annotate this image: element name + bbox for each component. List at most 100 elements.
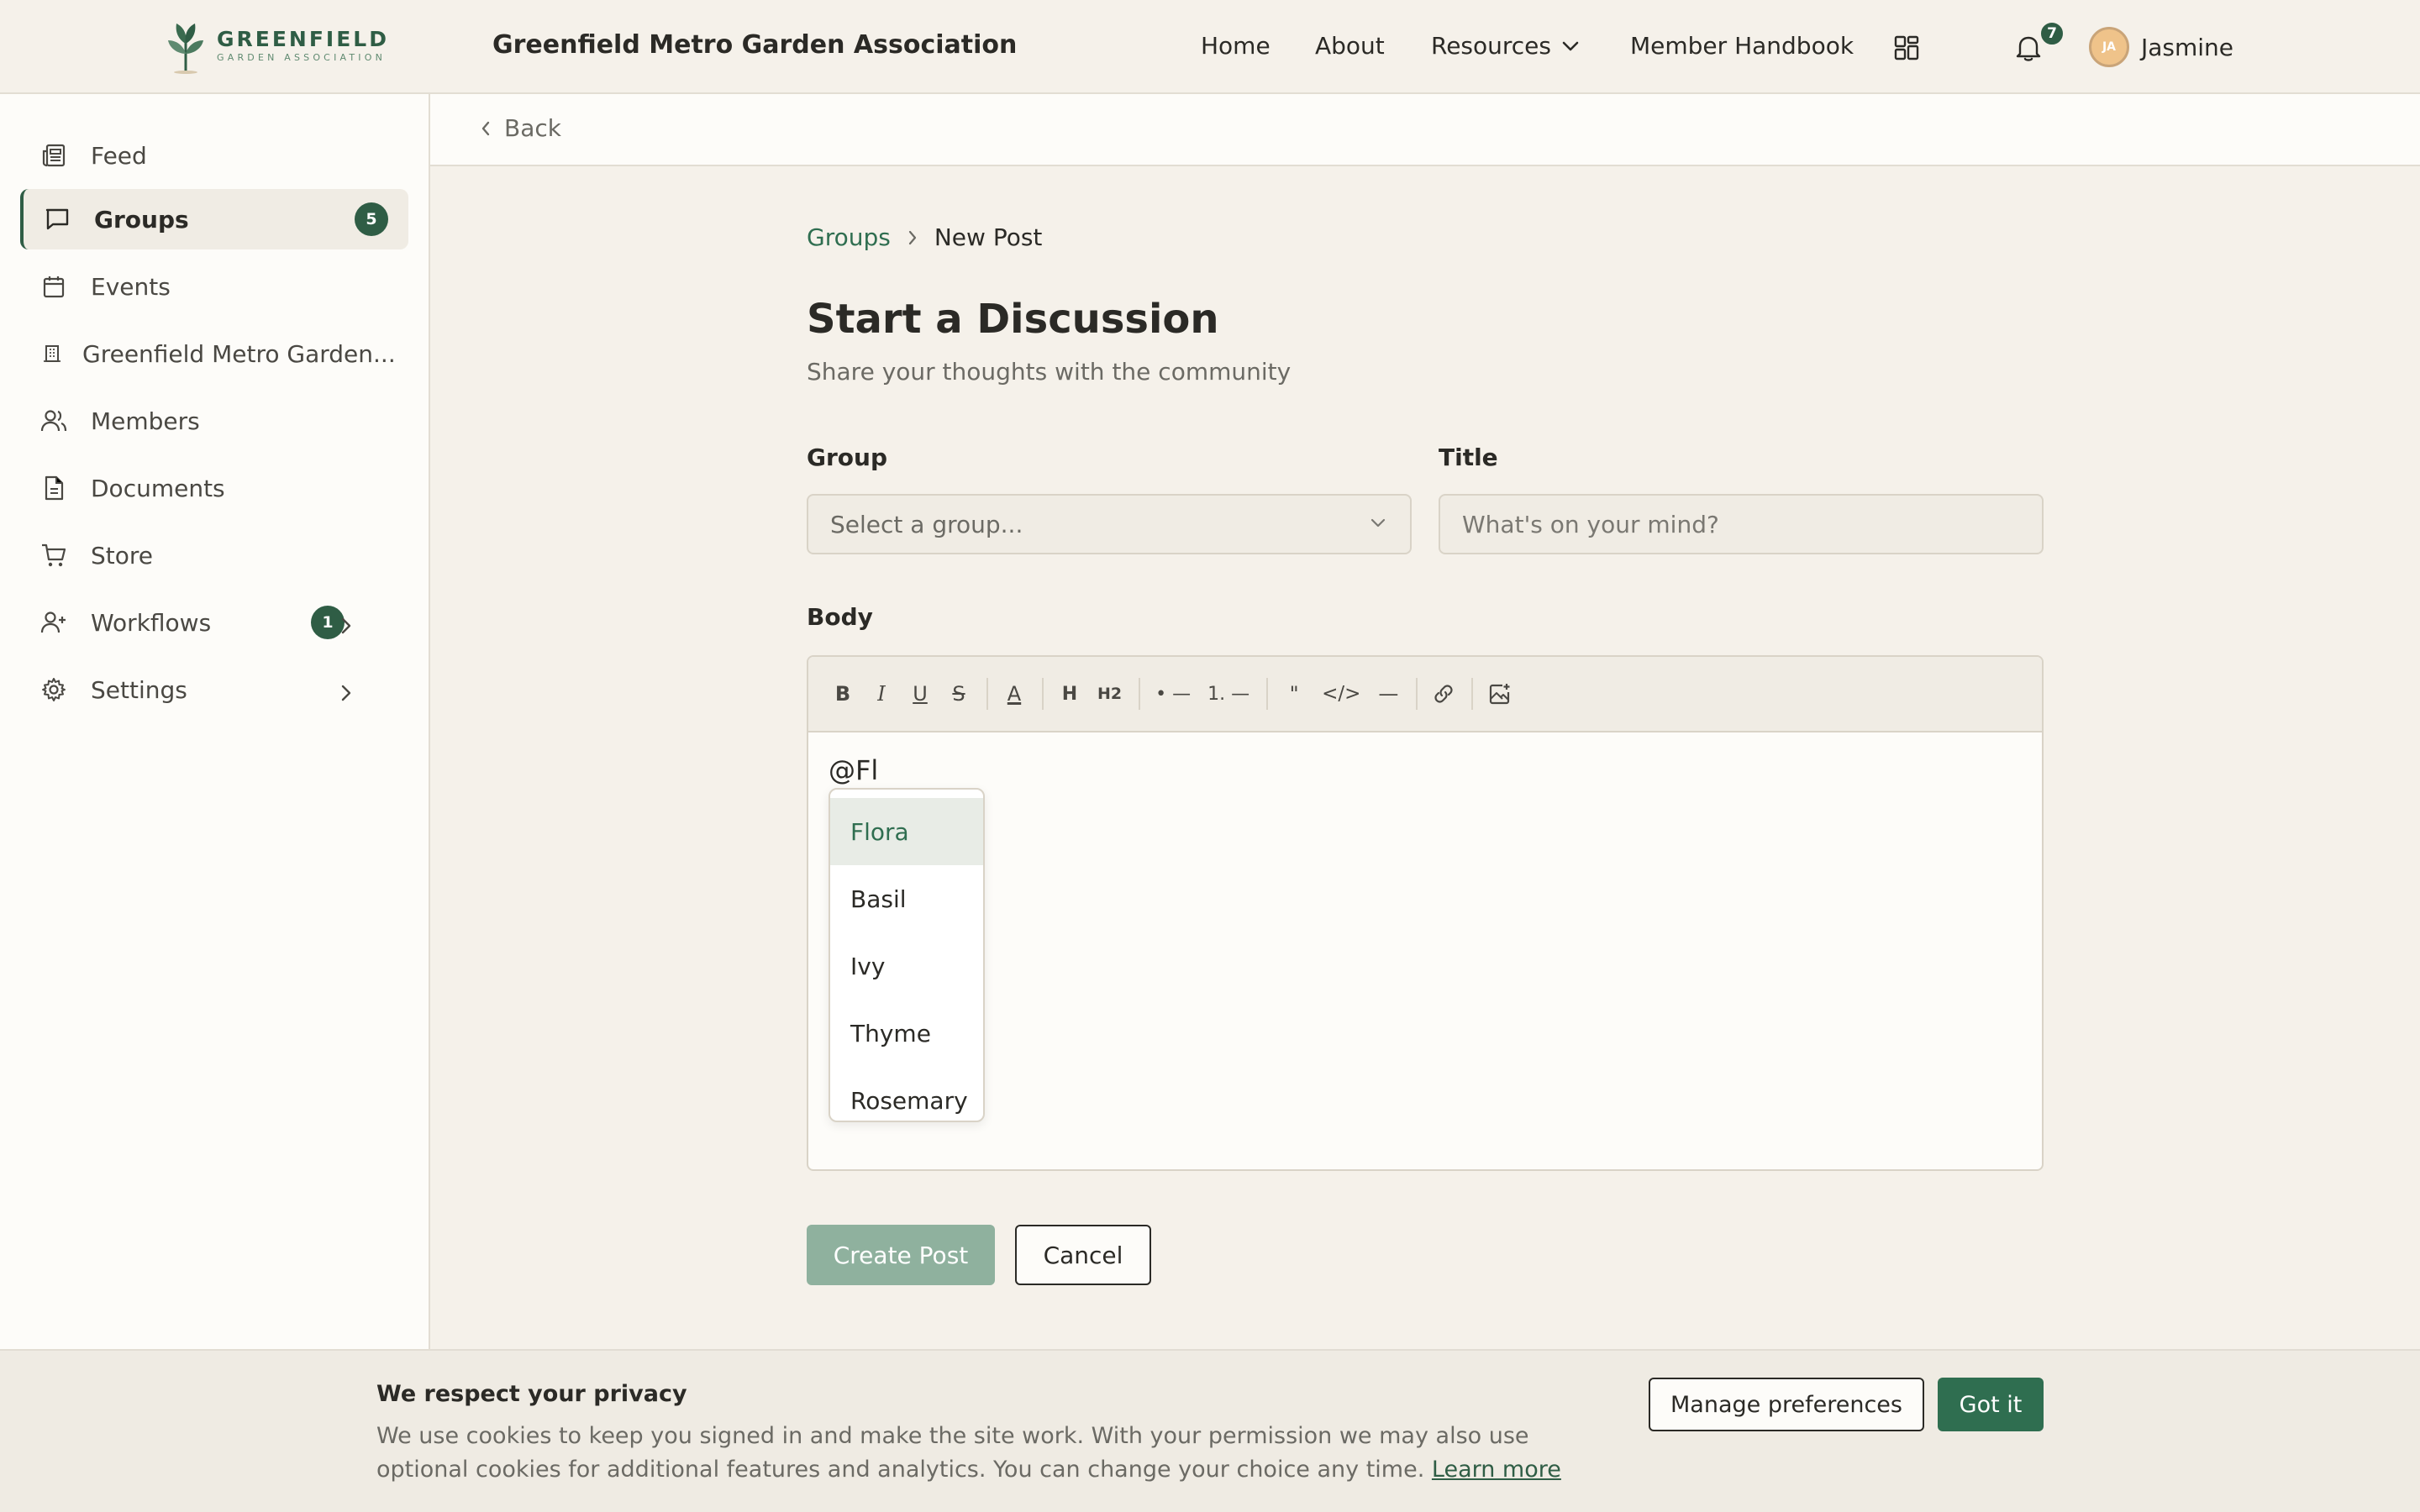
- title-input[interactable]: [1439, 494, 2044, 554]
- breadcrumb: Groups New Post: [807, 223, 1042, 251]
- building-icon: [39, 340, 66, 367]
- cookie-message: We use cookies to keep you signed in and…: [376, 1420, 1603, 1487]
- accept-cookies-button[interactable]: Got it: [1938, 1378, 2044, 1431]
- image-add-icon[interactable]: [1485, 675, 1515, 712]
- page-subtitle: Share your thoughts with the community: [807, 358, 1292, 386]
- sidebar-item-label: Events: [91, 272, 171, 301]
- chevron-right-icon: [908, 229, 918, 246]
- users-icon: [40, 407, 67, 434]
- notification-count-badge: 7: [2039, 20, 2065, 47]
- nav-resources[interactable]: Resources: [1431, 32, 1580, 60]
- user-plus-icon: [40, 609, 67, 636]
- group-label: Group: [807, 444, 888, 471]
- editor-toolbar: B I U S A H H2 • — 1. — " </> —: [808, 657, 2042, 732]
- mention-option-basil[interactable]: Basil: [830, 865, 983, 932]
- heading-2-button[interactable]: H2: [1094, 675, 1125, 712]
- quote-button[interactable]: ": [1280, 675, 1308, 712]
- toolbar-divider: [1266, 678, 1269, 710]
- chevron-down-icon: [1561, 40, 1580, 52]
- toolbar-divider: [1139, 678, 1141, 710]
- sidebar-item-label: Greenfield Metro Garden...: [82, 339, 396, 368]
- toolbar-divider: [1416, 678, 1418, 710]
- page-title: Start a Discussion: [807, 296, 1219, 343]
- title-label: Title: [1439, 444, 1498, 471]
- body-editor[interactable]: B I U S A H H2 • — 1. — " </> — @Fl: [807, 655, 2044, 1171]
- groups-count-badge: 5: [355, 202, 388, 236]
- sidebar-item-label: Groups: [94, 205, 189, 234]
- bold-button[interactable]: B: [829, 675, 857, 712]
- strikethrough-button[interactable]: S: [944, 675, 973, 712]
- sidebar-item-events[interactable]: Events: [20, 256, 408, 317]
- mention-option-thyme[interactable]: Thyme: [830, 1000, 983, 1067]
- cart-icon: [40, 542, 67, 569]
- logo-subtitle: GARDEN ASSOCIATION: [217, 52, 387, 63]
- document-icon: [40, 475, 67, 501]
- logo-name: GREENFIELD: [217, 27, 389, 51]
- mention-suggestions: Flora Basil Ivy Thyme Rosemary: [829, 788, 985, 1122]
- toolbar-divider: [1471, 678, 1474, 710]
- newspaper-icon: [40, 142, 67, 169]
- user-name: Jasmine: [2141, 33, 2234, 61]
- chevron-down-icon: [1370, 517, 1386, 529]
- sidebar: Feed Groups 5 Events Greenfield Metro Ga…: [0, 94, 430, 1349]
- sidebar-item-store[interactable]: Store: [20, 525, 408, 585]
- sidebar-item-label: Settings: [91, 675, 187, 704]
- sidebar-item-groups[interactable]: Groups 5: [20, 189, 408, 249]
- heading-button[interactable]: H: [1055, 675, 1084, 712]
- top-bar: GREENFIELD GARDEN ASSOCIATION Greenfield…: [0, 0, 2420, 94]
- cookie-banner: We respect your privacy We use cookies t…: [0, 1349, 2420, 1512]
- sidebar-item-organization[interactable]: Greenfield Metro Garden...: [20, 323, 408, 384]
- bullet-list-button[interactable]: • —: [1152, 675, 1194, 712]
- sidebar-item-label: Documents: [91, 474, 225, 502]
- calendar-icon: [40, 273, 67, 300]
- editor-content[interactable]: @Fl: [829, 754, 878, 786]
- chat-bubble-icon: [44, 206, 71, 233]
- apps-grid-icon[interactable]: [1894, 35, 1919, 60]
- learn-more-link[interactable]: Learn more: [1432, 1457, 1561, 1483]
- bell-icon[interactable]: [2015, 34, 2042, 62]
- back-link[interactable]: Back: [481, 114, 561, 142]
- sidebar-item-label: Members: [91, 407, 200, 435]
- text-color-button[interactable]: A: [1000, 675, 1028, 712]
- avatar: JA: [2089, 27, 2129, 67]
- nav-home[interactable]: Home: [1201, 32, 1270, 60]
- sidebar-item-members[interactable]: Members: [20, 391, 408, 451]
- sidebar-item-settings[interactable]: Settings: [20, 659, 408, 720]
- cookie-body-text: We use cookies to keep you signed in and…: [376, 1423, 1529, 1483]
- create-post-button[interactable]: Create Post: [807, 1225, 995, 1285]
- nav-member-handbook[interactable]: Member Handbook: [1630, 32, 1854, 60]
- breadcrumb-groups[interactable]: Groups: [807, 223, 891, 251]
- underline-button[interactable]: U: [906, 675, 934, 712]
- sidebar-item-feed[interactable]: Feed: [20, 125, 408, 186]
- sprout-logo-icon: [168, 24, 203, 74]
- body-label: Body: [807, 603, 873, 631]
- mention-option-flora[interactable]: Flora: [830, 798, 983, 865]
- group-select-placeholder: Select a group...: [830, 510, 1023, 538]
- sidebar-item-label: Feed: [91, 141, 147, 170]
- sidebar-item-label: Store: [91, 541, 154, 570]
- nav-about[interactable]: About: [1315, 32, 1385, 60]
- site-logo[interactable]: GREENFIELD GARDEN ASSOCIATION: [165, 18, 389, 74]
- back-label: Back: [504, 114, 561, 142]
- toolbar-divider: [986, 678, 988, 710]
- toolbar-divider: [1042, 678, 1044, 710]
- back-bar: Back: [430, 94, 2420, 166]
- sidebar-item-documents[interactable]: Documents: [20, 458, 408, 518]
- ordered-list-button[interactable]: 1. —: [1204, 675, 1253, 712]
- sidebar-item-workflows[interactable]: Workflows 1: [20, 592, 408, 653]
- chevron-left-icon: [481, 120, 491, 137]
- cancel-button[interactable]: Cancel: [1015, 1225, 1151, 1285]
- italic-button[interactable]: I: [867, 675, 896, 712]
- user-menu[interactable]: JA Jasmine: [2089, 27, 2233, 67]
- mention-option-ivy[interactable]: Ivy: [830, 932, 983, 1000]
- mention-option-rosemary[interactable]: Rosemary: [830, 1067, 983, 1121]
- code-button[interactable]: </>: [1318, 675, 1364, 712]
- link-icon[interactable]: [1429, 675, 1458, 712]
- sidebar-item-label: Workflows: [91, 608, 212, 637]
- breadcrumb-current: New Post: [934, 223, 1043, 251]
- group-select[interactable]: Select a group...: [807, 494, 1412, 554]
- manage-preferences-button[interactable]: Manage preferences: [1649, 1378, 1924, 1431]
- horizontal-rule-button[interactable]: —: [1374, 675, 1402, 712]
- site-title: Greenfield Metro Garden Association: [492, 30, 1018, 60]
- cookie-title: We respect your privacy: [376, 1381, 687, 1407]
